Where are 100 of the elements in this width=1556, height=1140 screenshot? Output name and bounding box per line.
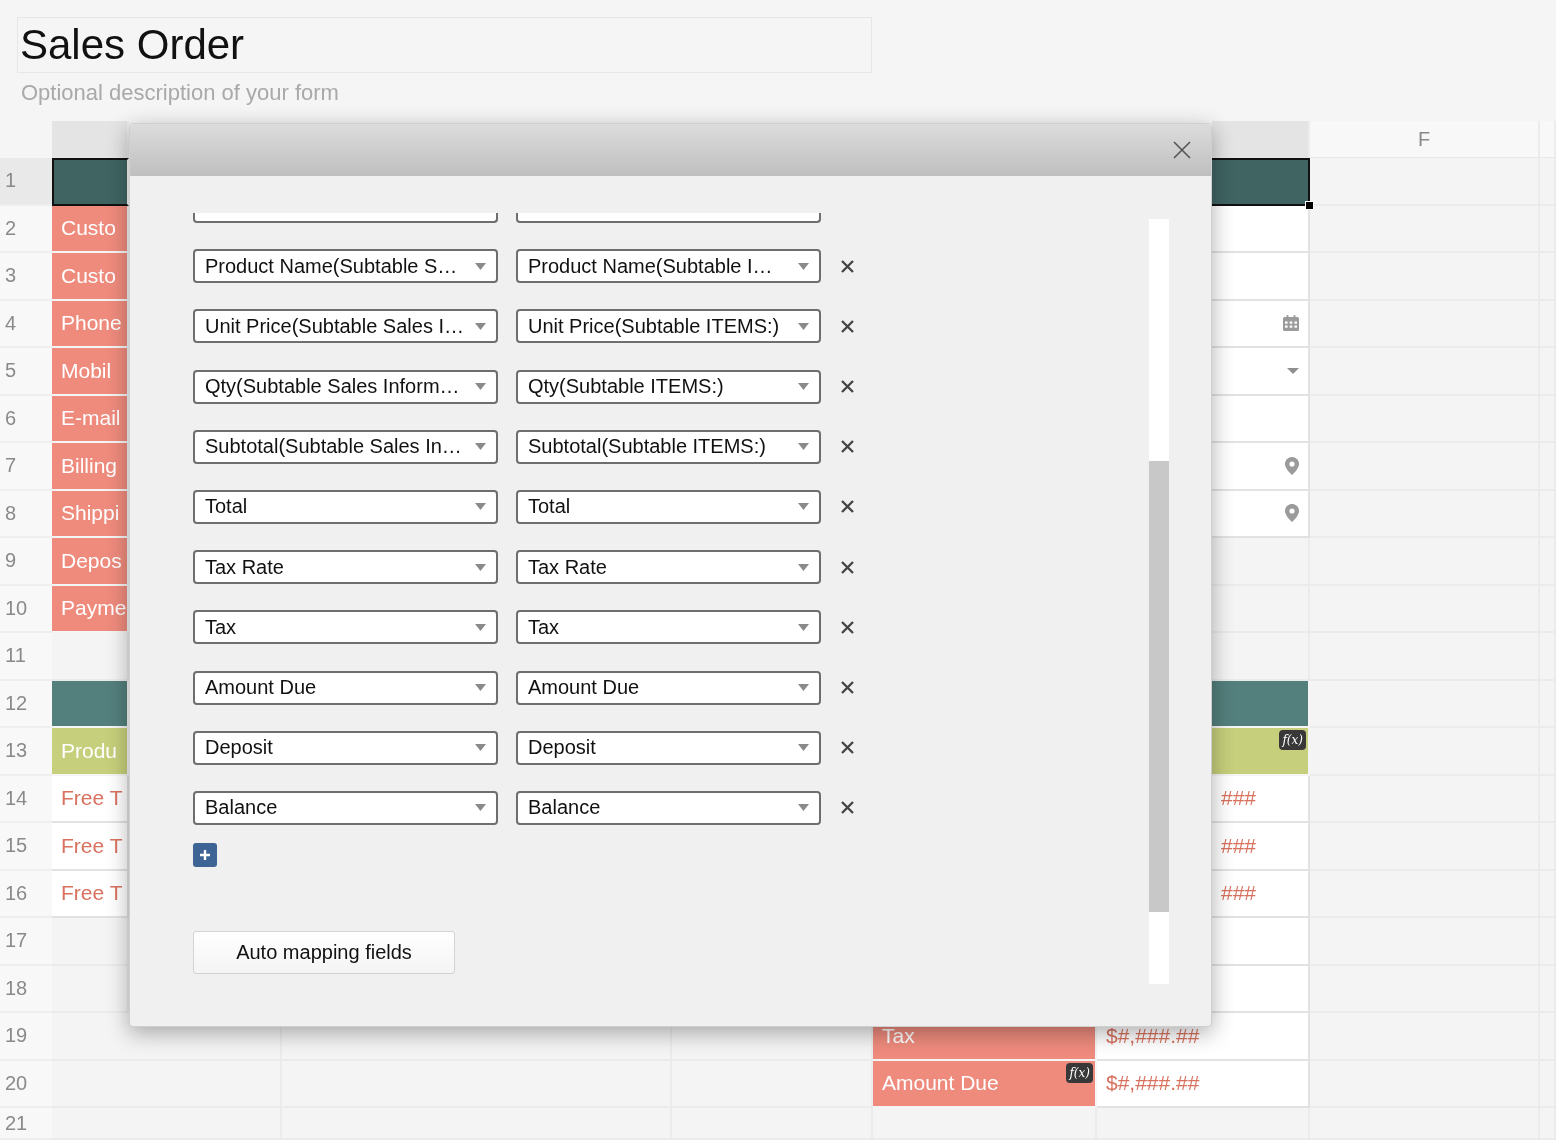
target-dropdown[interactable]: Qty(Subtable ITEMS:) (516, 369, 821, 404)
value-cell[interactable]: ### (1212, 775, 1310, 823)
formula-badge: f(x) (1279, 730, 1306, 750)
label-cell[interactable]: Depos (52, 538, 129, 586)
remove-button[interactable] (840, 439, 855, 455)
caret-icon (798, 744, 809, 752)
target-dropdown[interactable]: Tax Rate (516, 550, 821, 585)
caret-icon (798, 262, 809, 270)
cell-text: Phone (60, 311, 122, 336)
close-icon (841, 620, 854, 634)
value-cell[interactable]: Free T (52, 870, 129, 918)
label-cell[interactable]: Amount Due f(x) (873, 1060, 1097, 1108)
remove-button[interactable] (840, 559, 855, 575)
caret-icon (798, 684, 809, 691)
section-header[interactable]: Produ (52, 728, 129, 776)
cell-text: ### (1220, 786, 1257, 811)
target-dropdown[interactable]: Unit Price(Subtable ITEMS:) (516, 309, 821, 344)
form-title[interactable]: Sales Order (17, 17, 872, 73)
source-dropdown[interactable]: Tax (193, 610, 498, 645)
pin-icon (1285, 504, 1299, 523)
auto-mapping-button[interactable]: Auto mapping fields (193, 930, 455, 974)
value-cell[interactable]: $#,###.## (1097, 1060, 1310, 1108)
target-dropdown[interactable]: Tax (516, 610, 821, 645)
label-cell[interactable]: Billing (52, 443, 129, 491)
source-dropdown[interactable]: Subtotal(Subtable Sales In… (193, 429, 498, 464)
remove-button[interactable] (840, 800, 855, 816)
source-dropdown[interactable]: Total (193, 489, 498, 524)
form-description[interactable]: Optional description of your form (21, 78, 339, 108)
label-cell[interactable]: Custo (52, 253, 129, 301)
row-header[interactable]: 1 (0, 158, 52, 206)
source-dropdown[interactable]: Tax Rate (193, 550, 498, 585)
close-icon (841, 500, 854, 514)
target-dropdown[interactable]: Total (516, 489, 821, 524)
remove-button[interactable] (840, 318, 855, 334)
label-cell[interactable]: E-mail (52, 395, 129, 443)
target-dropdown[interactable]: Amount Due (516, 670, 821, 705)
close-icon (841, 681, 854, 694)
cell-text: Tax (881, 1023, 915, 1048)
close-button[interactable] (1173, 141, 1191, 159)
value-cell[interactable]: Free T (52, 775, 129, 823)
value-cell[interactable]: ### (1212, 823, 1310, 871)
remove-button[interactable] (840, 740, 855, 756)
label-cell[interactable]: Payme (52, 585, 129, 633)
column-header[interactable] (1212, 121, 1310, 158)
scrollbar[interactable] (1149, 219, 1169, 984)
value-cell[interactable]: Free T (52, 823, 129, 871)
input-cell[interactable] (1212, 253, 1310, 301)
source-dropdown[interactable]: Balance (193, 790, 498, 825)
close-icon (841, 259, 854, 273)
cell-text: $#,###.## (1105, 1071, 1200, 1096)
select-cell[interactable] (1212, 348, 1310, 396)
label-cell[interactable]: Mobil (52, 348, 129, 396)
source-dropdown[interactable] (193, 213, 498, 223)
input-cell[interactable] (1212, 395, 1310, 443)
cell-text: E-mail (60, 406, 121, 431)
column-header[interactable]: F (1310, 121, 1540, 158)
section-header[interactable]: f(x) (1212, 728, 1310, 776)
remove-button[interactable] (840, 379, 855, 395)
source-dropdown[interactable]: Qty(Subtable Sales Inform… (193, 369, 498, 404)
label-cell[interactable]: Shippi (52, 490, 129, 538)
cell-text: Payme (60, 596, 127, 621)
source-dropdown[interactable]: Product Name(Subtable S… (193, 249, 498, 284)
cell-text: Amount Due (881, 1071, 999, 1096)
address-cell[interactable] (1212, 443, 1310, 491)
label-cell[interactable]: Phone (52, 300, 129, 348)
date-cell[interactable] (1212, 300, 1310, 348)
close-icon (841, 319, 854, 333)
remove-button[interactable] (840, 258, 855, 274)
header-band[interactable] (52, 158, 129, 206)
calendar-icon (1283, 315, 1299, 332)
cell-text: ### (1220, 833, 1257, 858)
caret-icon (798, 623, 809, 631)
caret-icon (1287, 367, 1299, 374)
source-dropdown[interactable]: Amount Due (193, 670, 498, 705)
target-dropdown[interactable]: Product Name(Subtable I… (516, 249, 821, 284)
remove-button[interactable] (840, 619, 855, 635)
input-cell[interactable] (1212, 205, 1310, 253)
fill-handle[interactable] (1305, 200, 1314, 210)
target-dropdown[interactable]: Subtotal(Subtable ITEMS:) (516, 429, 821, 464)
input-cell[interactable] (1212, 965, 1310, 1013)
value-cell[interactable]: ### (1212, 870, 1310, 918)
cell-text: Free T (60, 833, 123, 858)
source-dropdown[interactable]: Deposit (193, 730, 498, 765)
label-cell[interactable]: Custo (52, 205, 129, 253)
remove-button[interactable] (840, 499, 855, 515)
caret-icon (798, 443, 809, 451)
target-dropdown[interactable]: Balance (516, 790, 821, 825)
caret-icon (475, 322, 486, 330)
address-cell[interactable] (1212, 490, 1310, 538)
scrollbar-thumb[interactable] (1149, 461, 1169, 912)
caret-icon (475, 563, 486, 571)
cell-text: Produ (60, 738, 118, 763)
caret-icon (475, 744, 486, 752)
add-button[interactable] (193, 842, 217, 867)
source-dropdown[interactable]: Unit Price(Subtable Sales I… (193, 309, 498, 344)
remove-button[interactable] (840, 680, 855, 695)
target-dropdown[interactable]: Deposit (516, 730, 821, 765)
target-dropdown[interactable] (516, 213, 821, 223)
input-cell[interactable] (1212, 918, 1310, 966)
caret-icon (798, 383, 809, 391)
